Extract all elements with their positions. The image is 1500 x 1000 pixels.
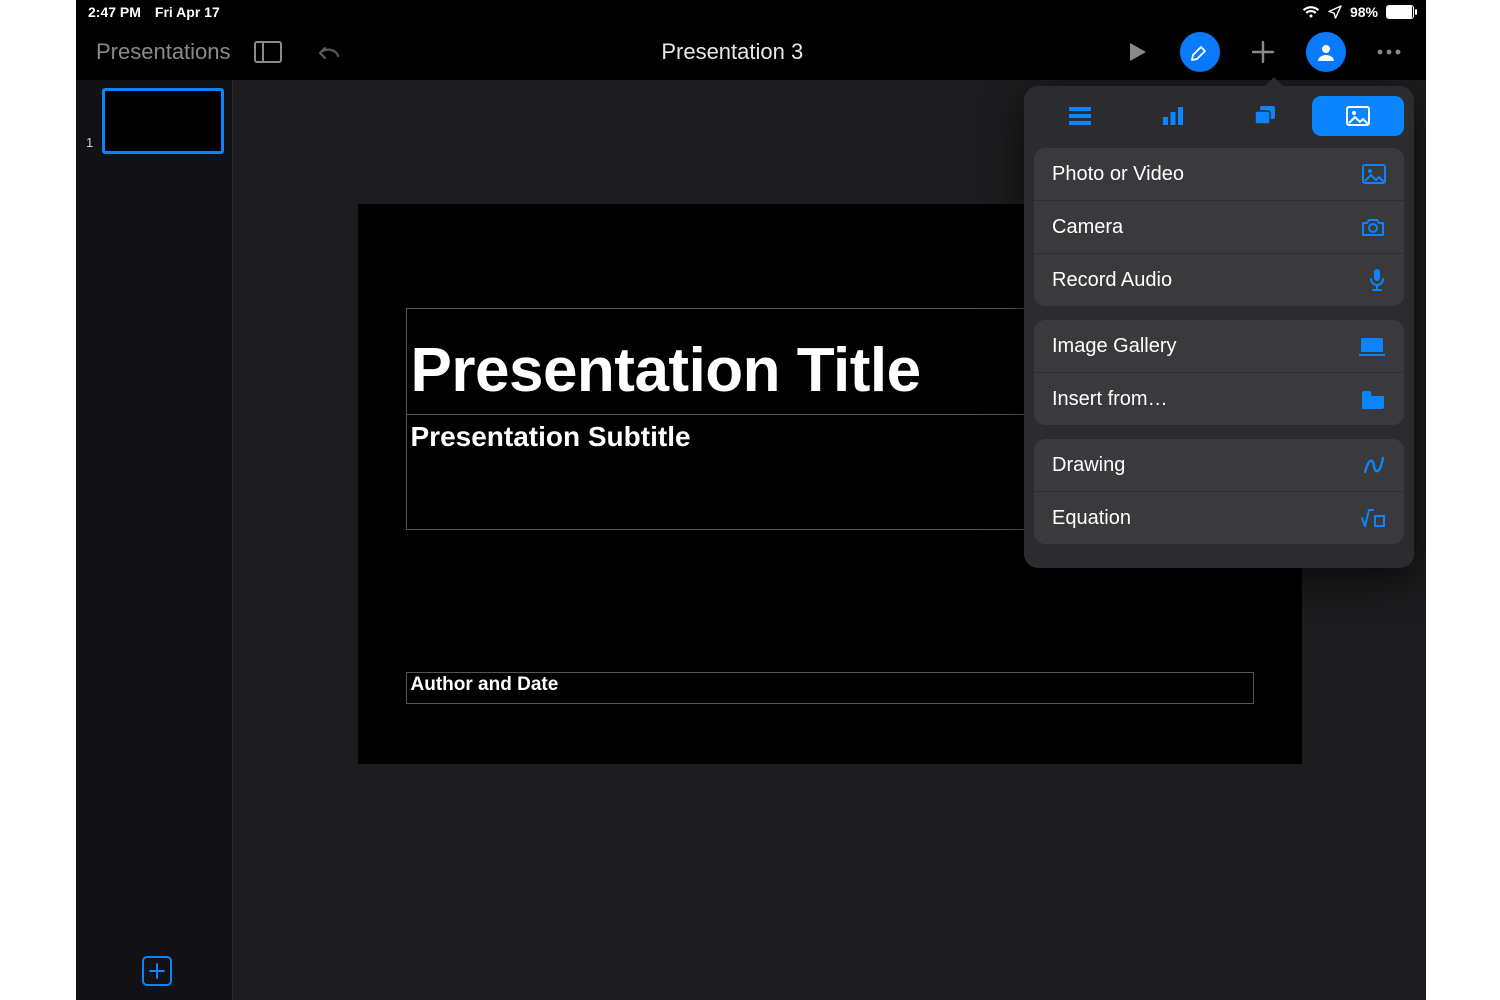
row-label: Drawing (1052, 454, 1125, 477)
image-icon (1362, 164, 1386, 184)
media-group-1: Photo or Video Camera Record Audio (1034, 148, 1404, 306)
row-photo-or-video[interactable]: Photo or Video (1034, 148, 1404, 200)
row-equation[interactable]: Equation (1034, 491, 1404, 544)
row-label: Record Audio (1052, 269, 1172, 292)
tab-shapes[interactable] (1219, 96, 1312, 136)
slide-thumb-number: 1 (86, 135, 93, 150)
row-label: Camera (1052, 216, 1123, 239)
media-group-3: Drawing Equation (1034, 439, 1404, 544)
add-slide-button[interactable] (142, 956, 172, 986)
tab-charts[interactable] (1127, 96, 1220, 136)
insert-category-segmented[interactable] (1034, 96, 1404, 136)
squiggle-icon (1362, 454, 1386, 476)
toolbar: Presentations Presentation 3 (76, 24, 1426, 80)
row-image-gallery[interactable]: Image Gallery (1034, 320, 1404, 372)
mic-icon (1368, 268, 1386, 292)
author-placeholder[interactable]: Author and Date (406, 672, 1254, 704)
folder-icon (1360, 389, 1386, 409)
undo-button[interactable] (311, 35, 345, 69)
tab-media[interactable] (1312, 96, 1405, 136)
slide-thumbnail-1[interactable] (102, 88, 224, 154)
battery-icon (1386, 5, 1414, 19)
play-button[interactable] (1120, 35, 1154, 69)
status-bar: 2:47 PM Fri Apr 17 98% (76, 0, 1426, 24)
equation-icon (1360, 508, 1386, 528)
presentations-back-button[interactable]: Presentations (96, 39, 231, 65)
gallery-icon (1358, 336, 1386, 356)
author-text[interactable]: Author and Date (411, 674, 559, 695)
layout-button[interactable] (251, 35, 285, 69)
add-button[interactable] (1246, 35, 1280, 69)
more-button[interactable] (1372, 35, 1406, 69)
row-drawing[interactable]: Drawing (1034, 439, 1404, 491)
battery-percent: 98% (1350, 4, 1378, 20)
wifi-icon (1302, 5, 1320, 19)
status-date: Fri Apr 17 (155, 4, 220, 20)
slide-navigator: 1 (76, 80, 233, 1000)
row-label: Equation (1052, 507, 1131, 530)
row-label: Insert from… (1052, 388, 1168, 411)
media-group-2: Image Gallery Insert from… (1034, 320, 1404, 425)
format-brush-button[interactable] (1180, 32, 1220, 72)
row-record-audio[interactable]: Record Audio (1034, 253, 1404, 306)
row-label: Image Gallery (1052, 335, 1177, 358)
insert-popover: Photo or Video Camera Record Audio Image… (1024, 86, 1414, 568)
camera-icon (1360, 217, 1386, 237)
collaborate-button[interactable] (1306, 32, 1346, 72)
tab-tables[interactable] (1034, 96, 1127, 136)
document-title[interactable]: Presentation 3 (371, 39, 1094, 65)
app-window: 2:47 PM Fri Apr 17 98% Presentations Pre… (76, 0, 1426, 1000)
row-insert-from[interactable]: Insert from… (1034, 372, 1404, 425)
row-label: Photo or Video (1052, 163, 1184, 186)
location-icon (1328, 5, 1342, 19)
row-camera[interactable]: Camera (1034, 200, 1404, 253)
status-time: 2:47 PM (88, 4, 141, 20)
